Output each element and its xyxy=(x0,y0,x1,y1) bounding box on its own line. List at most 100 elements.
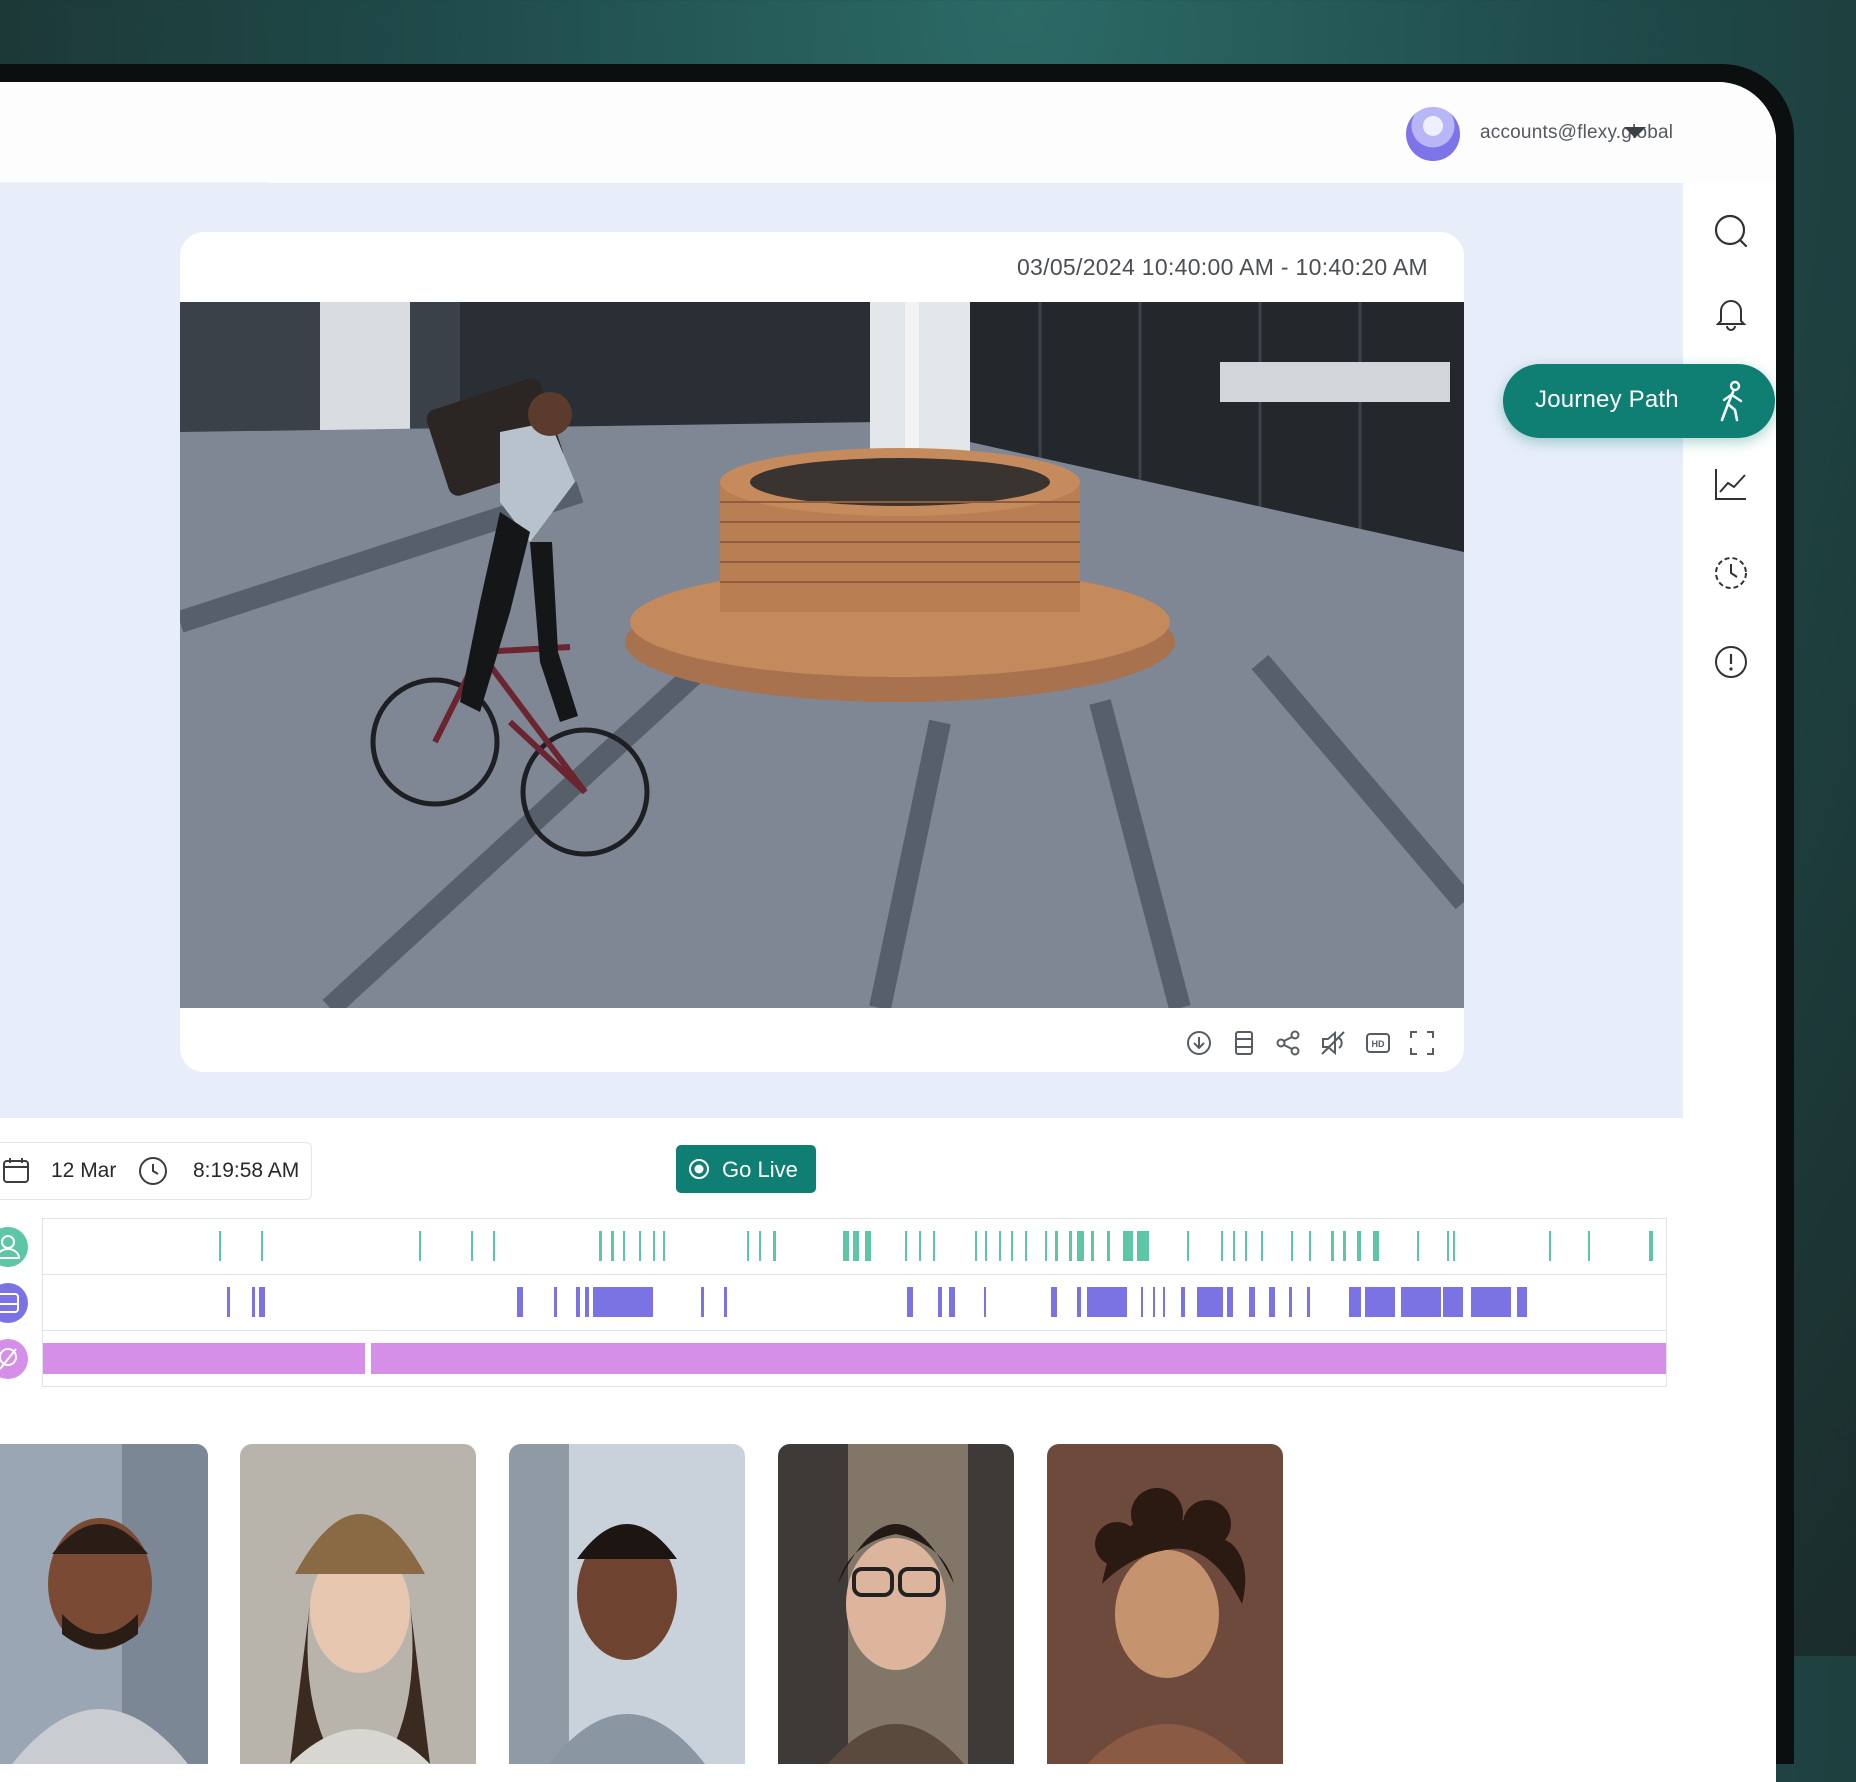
chart-icon[interactable] xyxy=(1712,465,1750,503)
activity-tick xyxy=(724,1287,727,1317)
activity-tick xyxy=(1163,1287,1165,1317)
vehicle-track[interactable] xyxy=(42,1274,1667,1331)
activity-tick xyxy=(1331,1231,1334,1261)
walking-person-icon xyxy=(1720,380,1743,422)
activity-tick xyxy=(1443,1287,1463,1317)
person-thumbnail-4[interactable] xyxy=(778,1444,1014,1764)
activity-tick xyxy=(517,1287,523,1317)
video-timestamp: 03/05/2024 10:40:00 AM - 10:40:20 AM xyxy=(1016,254,1428,280)
activity-tick xyxy=(1307,1287,1310,1317)
activity-tick xyxy=(1261,1231,1263,1261)
activity-tick xyxy=(985,1231,987,1261)
alert-icon[interactable] xyxy=(1712,643,1750,681)
selected-date: 12 Mar xyxy=(51,1159,117,1182)
activity-tick xyxy=(1181,1287,1185,1317)
activity-tick xyxy=(371,1343,1666,1374)
activity-tick xyxy=(701,1287,704,1317)
activity-tick xyxy=(1077,1231,1084,1261)
activity-tick xyxy=(938,1287,942,1317)
person-thumbnail-2[interactable] xyxy=(240,1444,476,1764)
activity-tick xyxy=(1365,1287,1395,1317)
activity-tick xyxy=(1309,1231,1311,1261)
download-icon[interactable] xyxy=(1184,1028,1214,1058)
activity-tick xyxy=(43,1343,365,1374)
activity-tick xyxy=(593,1287,653,1317)
hd-icon[interactable]: HD xyxy=(1363,1028,1393,1058)
activity-tick xyxy=(663,1231,665,1261)
activity-tick xyxy=(1077,1287,1081,1317)
activity-tick xyxy=(1417,1231,1419,1261)
selected-time: 8:19:58 AM xyxy=(193,1159,300,1182)
activity-tick xyxy=(999,1231,1001,1261)
activity-tick xyxy=(905,1231,907,1261)
activity-tick xyxy=(1249,1287,1255,1317)
activity-tick xyxy=(471,1231,473,1261)
activity-tick xyxy=(611,1231,614,1261)
date-time-picker[interactable]: 12 Mar 8:19:58 AM xyxy=(0,1142,312,1200)
video-card: 03/05/2024 10:40:00 AM - 10:40:20 AM HD xyxy=(180,232,1464,1072)
activity-tick xyxy=(1123,1231,1133,1261)
activity-tick xyxy=(1045,1231,1047,1261)
mute-icon[interactable] xyxy=(1318,1028,1348,1058)
activity-tick xyxy=(1517,1287,1527,1317)
person-thumbnail-5[interactable] xyxy=(1047,1444,1283,1764)
activity-tick xyxy=(984,1287,986,1317)
activity-tick xyxy=(252,1287,255,1317)
activity-tick xyxy=(623,1231,625,1261)
motion-track-icon[interactable] xyxy=(0,1339,28,1379)
history-icon[interactable] xyxy=(1712,554,1750,592)
person-thumbnail-1[interactable] xyxy=(0,1444,208,1764)
activity-tick xyxy=(1055,1231,1058,1261)
svg-text:HD: HD xyxy=(1372,1039,1385,1049)
activity-tick xyxy=(653,1231,655,1261)
activity-tick xyxy=(1221,1231,1223,1261)
activity-tick xyxy=(585,1287,589,1317)
bell-icon[interactable] xyxy=(1712,294,1750,332)
people-track-icon[interactable] xyxy=(0,1227,28,1267)
activity-tick xyxy=(1153,1287,1155,1317)
activity-tick xyxy=(865,1231,871,1261)
go-live-label: Go Live xyxy=(722,1157,798,1182)
activity-tick xyxy=(493,1231,495,1261)
activity-tick xyxy=(1087,1287,1127,1317)
activity-tick xyxy=(554,1287,557,1317)
calendar-icon xyxy=(3,1158,29,1183)
clock-icon xyxy=(139,1157,167,1185)
activity-tick xyxy=(1011,1231,1013,1261)
activity-tick xyxy=(907,1287,913,1317)
film-icon[interactable] xyxy=(1229,1028,1259,1058)
activity-tick xyxy=(759,1231,761,1261)
activity-tick xyxy=(1289,1287,1292,1317)
activity-tick xyxy=(1051,1287,1057,1317)
activity-tick xyxy=(576,1287,580,1317)
video-player[interactable] xyxy=(180,302,1464,1008)
motion-track[interactable] xyxy=(42,1330,1667,1387)
search-icon[interactable] xyxy=(1712,212,1750,250)
go-live-button[interactable]: Go Live xyxy=(676,1145,816,1193)
activity-tick xyxy=(1447,1231,1449,1261)
activity-tick xyxy=(975,1231,977,1261)
people-track[interactable] xyxy=(42,1218,1667,1275)
activity-tick xyxy=(1245,1231,1247,1261)
fullscreen-icon[interactable] xyxy=(1407,1028,1437,1058)
activity-tick xyxy=(1091,1231,1094,1261)
activity-tick xyxy=(419,1231,421,1261)
activity-tick xyxy=(227,1287,230,1317)
person-thumbnail-3[interactable] xyxy=(509,1444,745,1764)
activity-tick xyxy=(1233,1231,1235,1261)
account-dropdown-icon[interactable] xyxy=(1624,127,1646,138)
activity-tick xyxy=(1453,1231,1455,1261)
activity-tick xyxy=(949,1287,955,1317)
journey-path-button[interactable]: Journey Path xyxy=(1503,364,1775,438)
vehicle-track-icon[interactable] xyxy=(0,1283,28,1323)
share-icon[interactable] xyxy=(1273,1028,1303,1058)
activity-tick xyxy=(919,1231,921,1261)
activity-tick xyxy=(599,1231,602,1261)
user-avatar[interactable] xyxy=(1406,107,1460,161)
activity-tick xyxy=(219,1231,221,1261)
activity-tick xyxy=(639,1231,641,1261)
activity-tick xyxy=(1187,1231,1189,1261)
activity-tick xyxy=(1107,1231,1110,1261)
activity-tick xyxy=(1291,1231,1293,1261)
activity-tick xyxy=(773,1231,776,1261)
